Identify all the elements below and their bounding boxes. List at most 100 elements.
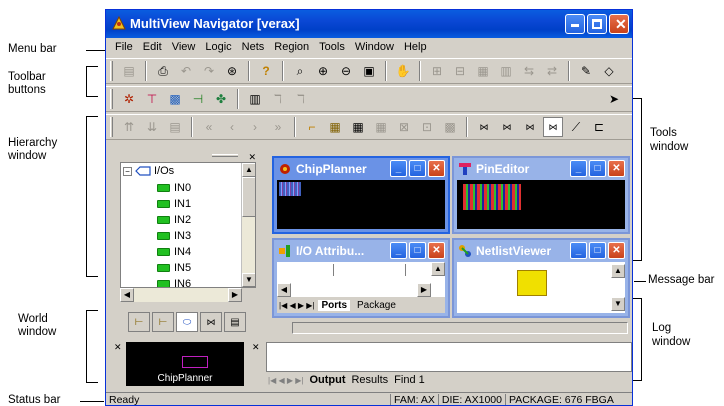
- title-bar[interactable]: MultiView Navigator [verax] ✕: [106, 10, 632, 38]
- tab-package[interactable]: Package: [354, 300, 399, 311]
- tab-hierarchy-icon[interactable]: ⊢: [128, 312, 150, 332]
- close-icon[interactable]: ✕: [428, 242, 445, 259]
- minimize-icon[interactable]: _: [390, 242, 407, 259]
- print-icon[interactable]: ⎙: [153, 61, 173, 81]
- netlist-tool-icon[interactable]: ✤: [211, 89, 231, 109]
- net-c-icon[interactable]: ⋈: [520, 117, 540, 137]
- toolbar-grip[interactable]: [110, 61, 113, 81]
- net-a-icon[interactable]: ⋈: [474, 117, 494, 137]
- scroll-left-icon[interactable]: ◀: [120, 288, 134, 302]
- help-icon[interactable]: ?: [256, 61, 276, 81]
- net-b-icon[interactable]: ⋈: [497, 117, 517, 137]
- redo-icon[interactable]: ↷: [199, 61, 219, 81]
- scroll-down-icon[interactable]: ▼: [611, 297, 625, 311]
- chipplanner-tool-icon[interactable]: ✲: [119, 89, 139, 109]
- chipplanner-canvas[interactable]: [277, 180, 445, 229]
- zoom-fit-icon[interactable]: ▣: [359, 61, 379, 81]
- region-e-icon[interactable]: ⊡: [417, 117, 437, 137]
- tab-find-1[interactable]: Find 1: [394, 374, 425, 386]
- pan-hand-icon[interactable]: ✋: [393, 61, 413, 81]
- menu-window[interactable]: Window: [350, 41, 399, 53]
- swap-icon[interactable]: ⇆: [519, 61, 539, 81]
- toolbar-grip[interactable]: [110, 117, 113, 137]
- scroll-left-icon[interactable]: ◀: [277, 283, 291, 297]
- pineditor-window[interactable]: PinEditor _ □ ✕: [452, 156, 630, 234]
- tree-root-ios[interactable]: − I/Os: [123, 165, 174, 177]
- toolbar-grip[interactable]: [110, 89, 113, 109]
- tab-hierarchy-b-icon[interactable]: ⊢: [152, 312, 174, 332]
- place-icon[interactable]: ⌐: [302, 117, 322, 137]
- zoom-out-icon[interactable]: ⊖: [336, 61, 356, 81]
- minimize-icon[interactable]: _: [570, 242, 587, 259]
- maximize-icon[interactable]: □: [409, 160, 426, 177]
- pin-route-icon[interactable]: ⊏: [589, 117, 609, 137]
- scroll-right-icon[interactable]: ▶: [417, 283, 431, 297]
- tree-horizontal-scrollbar[interactable]: ◀ ▶: [120, 288, 242, 302]
- world-close-icon[interactable]: ✕: [114, 342, 122, 353]
- maximize-icon[interactable]: □: [589, 242, 606, 259]
- scroll-up-icon[interactable]: ▲: [611, 264, 625, 278]
- tool-b-icon[interactable]: ℸ: [291, 89, 311, 109]
- netlist-canvas[interactable]: ▲ ▼: [457, 262, 625, 313]
- hier-up-icon[interactable]: ⇈: [119, 117, 139, 137]
- tab-nav-icons[interactable]: |◀ ◀ ▶ ▶|: [279, 301, 314, 310]
- io-attribute-tool-icon[interactable]: ⊣: [188, 89, 208, 109]
- tree-item[interactable]: IN4: [157, 246, 191, 258]
- close-icon[interactable]: ✕: [608, 242, 625, 259]
- pencil-icon[interactable]: ✎: [576, 61, 596, 81]
- tree-item[interactable]: IN3: [157, 230, 191, 242]
- tree-item[interactable]: IN6: [157, 278, 191, 287]
- move-icon[interactable]: ⇄: [542, 61, 562, 81]
- region-d-icon[interactable]: ⊠: [394, 117, 414, 137]
- io-attribute-table[interactable]: ▲ ◀ ▶ |◀ ◀ ▶ ▶| Ports Package: [277, 262, 445, 313]
- maximize-icon[interactable]: □: [409, 242, 426, 259]
- delete-icon[interactable]: ▤: [119, 61, 139, 81]
- log-close-icon[interactable]: ✕: [252, 342, 260, 353]
- close-button[interactable]: ✕: [609, 14, 629, 34]
- scroll-up-icon[interactable]: ▲: [431, 262, 445, 276]
- minimize-icon[interactable]: _: [570, 160, 587, 177]
- unlock-icon[interactable]: ▥: [496, 61, 516, 81]
- next-icon[interactable]: ›: [245, 117, 265, 137]
- route-icon[interactable]: ⟋: [566, 117, 586, 137]
- hierarchy-grip[interactable]: [212, 154, 238, 157]
- menu-tools[interactable]: Tools: [314, 41, 350, 53]
- region-c-icon[interactable]: ▦: [371, 117, 391, 137]
- tab-output[interactable]: Output: [309, 374, 345, 386]
- hier-down-icon[interactable]: ⇊: [142, 117, 162, 137]
- pineditor-canvas[interactable]: [457, 180, 625, 229]
- world-window[interactable]: ChipPlanner: [126, 342, 244, 386]
- menu-view[interactable]: View: [167, 41, 201, 53]
- find-icon[interactable]: ⊛: [222, 61, 242, 81]
- undo-icon[interactable]: ↶: [176, 61, 196, 81]
- region-icon[interactable]: ▦: [325, 117, 345, 137]
- pineditor-tool-icon[interactable]: ⊤: [142, 89, 162, 109]
- menu-nets[interactable]: Nets: [237, 41, 270, 53]
- tool-a-icon[interactable]: ℸ: [268, 89, 288, 109]
- scroll-thumb[interactable]: [242, 177, 255, 217]
- tree-item[interactable]: IN5: [157, 262, 191, 274]
- region-b-icon[interactable]: ▦: [348, 117, 368, 137]
- unassign-icon[interactable]: ⊟: [450, 61, 470, 81]
- zoom-icon[interactable]: ⌕: [290, 61, 310, 81]
- tab-ports[interactable]: Ports: [318, 299, 350, 311]
- menu-logic[interactable]: Logic: [200, 41, 236, 53]
- tab-nav-icons[interactable]: |◀ ◀ ▶ ▶|: [268, 376, 303, 385]
- lock-icon[interactable]: ▦: [473, 61, 493, 81]
- scroll-up-icon[interactable]: ▲: [242, 163, 255, 177]
- last-icon[interactable]: »: [268, 117, 288, 137]
- first-icon[interactable]: «: [199, 117, 219, 137]
- eraser-icon[interactable]: ◇: [599, 61, 619, 81]
- hier-stack-icon[interactable]: ▤: [165, 117, 185, 137]
- netlistviewer-window[interactable]: NetlistViewer _ □ ✕ ▲ ▼: [452, 238, 630, 318]
- close-icon[interactable]: ✕: [608, 160, 625, 177]
- tree-vertical-scrollbar[interactable]: ▲ ▼: [241, 163, 255, 287]
- tab-list-icon[interactable]: ▤: [224, 312, 246, 332]
- tree-item[interactable]: IN2: [157, 214, 191, 226]
- maximize-icon[interactable]: □: [589, 160, 606, 177]
- assign-icon[interactable]: ⊞: [427, 61, 447, 81]
- menu-edit[interactable]: Edit: [138, 41, 167, 53]
- zoom-in-icon[interactable]: ⊕: [313, 61, 333, 81]
- tree-item[interactable]: IN1: [157, 198, 191, 210]
- collapse-icon[interactable]: −: [123, 166, 132, 176]
